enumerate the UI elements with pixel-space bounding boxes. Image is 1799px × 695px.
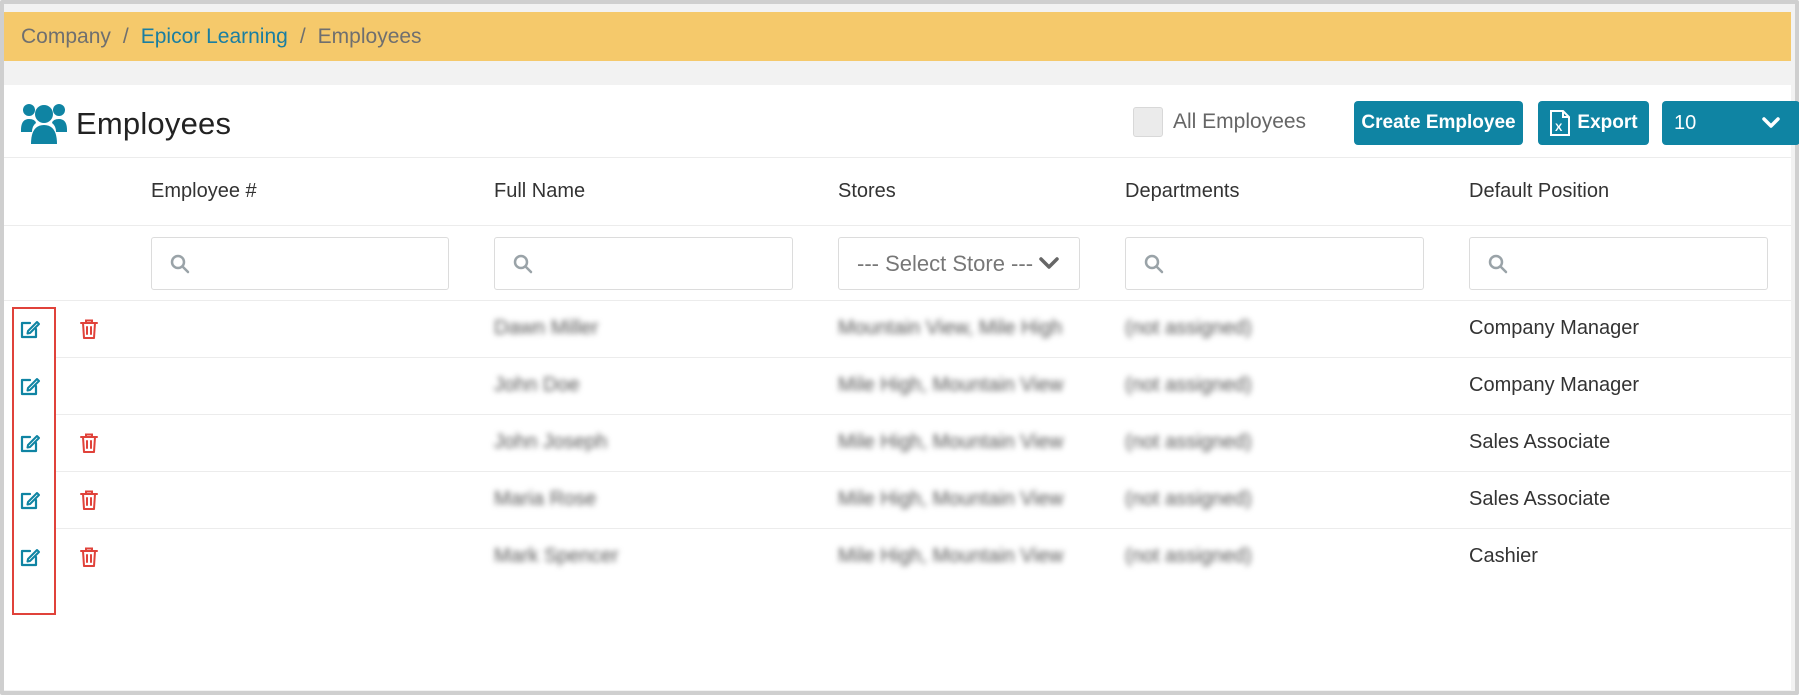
full-name-cell: Mark Spencer	[494, 544, 619, 567]
svg-text:X: X	[1555, 122, 1563, 134]
trash-icon[interactable]	[77, 488, 101, 512]
trash-icon[interactable]	[77, 545, 101, 569]
breadcrumb-separator: /	[122, 24, 129, 48]
departments-cell: (not assigned)	[1125, 316, 1252, 339]
search-icon	[1488, 254, 1508, 273]
row-divider	[54, 528, 1791, 529]
employee-no-filter[interactable]	[151, 237, 449, 290]
departments-filter[interactable]	[1125, 237, 1424, 290]
stores-cell: Mile High, Mountain View	[838, 373, 1064, 396]
breadcrumb-separator: /	[299, 24, 306, 48]
chevron-down-icon	[1039, 257, 1059, 269]
departments-cell: (not assigned)	[1125, 430, 1252, 453]
column-header-full-name[interactable]: Full Name	[494, 180, 585, 203]
page-size-select[interactable]: 10	[1662, 101, 1799, 145]
export-label: Export	[1577, 112, 1638, 133]
full-name-cell: John Joseph	[494, 430, 608, 453]
departments-cell: (not assigned)	[1125, 544, 1252, 567]
column-header-default-position[interactable]: Default Position	[1469, 180, 1609, 203]
stores-cell: Mile High, Mountain View	[838, 487, 1064, 510]
breadcrumb-employees: Employees	[317, 24, 422, 48]
trash-icon[interactable]	[77, 317, 101, 341]
search-icon	[1144, 254, 1164, 273]
column-header-employee-no[interactable]: Employee #	[151, 180, 257, 203]
all-employees-label: All Employees	[1173, 110, 1307, 133]
full-name-cell: John Doe	[494, 373, 580, 396]
search-icon	[513, 254, 533, 273]
store-select[interactable]: --- Select Store ---	[838, 237, 1080, 290]
default-position-cell: Sales Associate	[1469, 487, 1611, 510]
excel-icon: X	[1550, 110, 1571, 136]
row-divider	[54, 471, 1791, 472]
default-position-cell: Company Manager	[1469, 373, 1640, 396]
row-divider	[54, 414, 1791, 415]
departments-cell: (not assigned)	[1125, 487, 1252, 510]
all-employees-checkbox[interactable]	[1133, 107, 1163, 137]
chevron-down-icon	[1762, 117, 1780, 128]
default-position-cell: Company Manager	[1469, 316, 1640, 339]
trash-icon[interactable]	[77, 431, 101, 455]
search-icon	[170, 254, 190, 273]
panel-header: Employees All Employees Create Employee …	[4, 85, 1799, 158]
stores-cell: Mountain View, Mile High	[838, 316, 1063, 339]
stores-cell: Mile High, Mountain View	[838, 544, 1064, 567]
default-position-cell: Sales Associate	[1469, 430, 1611, 453]
users-icon	[21, 104, 67, 144]
export-button[interactable]: X Export	[1538, 101, 1649, 145]
title-wrap: Employees	[20, 102, 231, 146]
breadcrumb-epicor-learning[interactable]: Epicor Learning	[141, 25, 288, 49]
full-name-cell: Dawn Miller	[494, 316, 599, 339]
departments-cell: (not assigned)	[1125, 373, 1252, 396]
breadcrumb-company[interactable]: Company	[21, 25, 111, 49]
edit-column-highlight	[12, 307, 56, 615]
store-select-value: --- Select Store ---	[857, 250, 1034, 276]
breadcrumb: Company / Epicor Learning / Employees	[4, 12, 1791, 61]
default-position-cell: Cashier	[1469, 544, 1538, 567]
all-employees-toggle[interactable]: All Employees	[1133, 107, 1306, 137]
filter-divider	[4, 300, 1791, 301]
header-divider	[4, 225, 1791, 226]
column-header-stores[interactable]: Stores	[838, 180, 896, 203]
page-title: Employees	[76, 106, 232, 141]
stores-cell: Mile High, Mountain View	[838, 430, 1064, 453]
full-name-cell: Maria Rose	[494, 487, 597, 510]
column-header-departments[interactable]: Departments	[1125, 180, 1240, 203]
employees-panel: Employees All Employees Create Employee …	[4, 85, 1799, 690]
default-position-filter[interactable]	[1469, 237, 1768, 290]
create-employee-button[interactable]: Create Employee	[1354, 101, 1523, 145]
row-divider	[54, 357, 1791, 358]
full-name-filter[interactable]	[494, 237, 793, 290]
page-size-value: 10	[1674, 111, 1697, 134]
